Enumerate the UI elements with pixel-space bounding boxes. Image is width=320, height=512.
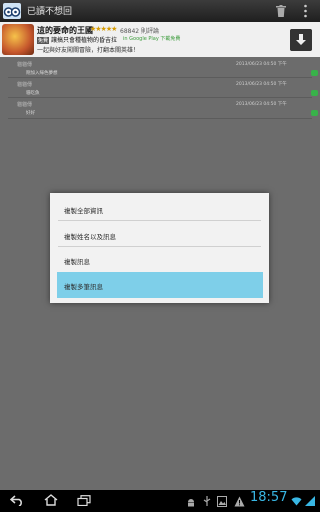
option-label: 複製多筆訊息 bbox=[64, 283, 103, 291]
status-badge bbox=[311, 90, 318, 96]
option-label: 複製訊息 bbox=[64, 258, 90, 266]
overflow-menu-icon[interactable] bbox=[303, 4, 308, 18]
divider bbox=[8, 77, 312, 78]
message-sender: 貓貓傳 bbox=[17, 102, 33, 108]
copy-message-option[interactable]: 複製訊息 bbox=[50, 247, 269, 273]
divider bbox=[58, 220, 261, 221]
delete-icon[interactable] bbox=[276, 5, 286, 17]
message-timestamp: 2013/06/23 04:50 下午 bbox=[236, 62, 287, 67]
message-timestamp: 2013/06/23 04:50 下午 bbox=[236, 102, 287, 107]
download-button[interactable] bbox=[290, 29, 312, 51]
ad-desc-text: 讓搞只會種植物的昏吉拉 bbox=[51, 37, 118, 44]
ad-description: 免費 讓搞只會種植物的昏吉拉 bbox=[37, 35, 117, 44]
option-label: 複製姓名以及訊息 bbox=[64, 233, 116, 241]
divider bbox=[8, 97, 312, 98]
ad-review-count: 68842 則評論 bbox=[120, 28, 159, 35]
copy-name-and-message-option[interactable]: 複製姓名以及訊息 bbox=[50, 222, 269, 248]
option-label: 複製全部資訊 bbox=[64, 207, 103, 215]
status-clock: 18:57 bbox=[250, 490, 288, 505]
recent-apps-icon[interactable] bbox=[77, 495, 91, 506]
ad-source: in Google Play 下載免費 bbox=[123, 36, 181, 42]
message-timestamp: 2013/06/23 04:50 下午 bbox=[236, 82, 287, 87]
message-sender: 貓貓傳 bbox=[17, 82, 33, 88]
copy-all-info-option[interactable]: 複製全部資訊 bbox=[50, 196, 269, 222]
wifi-icon bbox=[291, 497, 302, 506]
signal-icon bbox=[305, 496, 315, 506]
usb-icon bbox=[203, 496, 211, 506]
back-icon[interactable] bbox=[10, 495, 24, 506]
message-text[interactable]: 剛加入綠色夢想 bbox=[26, 70, 58, 76]
status-badge bbox=[311, 110, 318, 116]
divider bbox=[8, 118, 312, 119]
app-logo-icon[interactable] bbox=[3, 3, 21, 19]
image-icon bbox=[217, 496, 227, 507]
status-badge bbox=[311, 70, 318, 76]
message-text[interactable]: 貓吃魚 bbox=[26, 90, 40, 96]
ad-tagline: 一起與好友闖關冒險，打翻本關英雄！ bbox=[37, 47, 140, 54]
message-text[interactable]: 好好 bbox=[26, 110, 35, 116]
ad-game-image[interactable] bbox=[2, 24, 34, 55]
ad-free-badge: 免費 bbox=[37, 37, 50, 44]
message-sender: 貓貓傳 bbox=[17, 62, 33, 68]
home-icon[interactable] bbox=[44, 494, 58, 506]
ad-rating-stars: ★★★★★ bbox=[90, 25, 117, 33]
copy-multiple-messages-option[interactable]: 複製多筆訊息 bbox=[57, 272, 263, 298]
warning-icon bbox=[234, 496, 245, 507]
app-title: 已讀不想回 bbox=[27, 7, 73, 17]
android-debug-icon bbox=[188, 499, 194, 507]
